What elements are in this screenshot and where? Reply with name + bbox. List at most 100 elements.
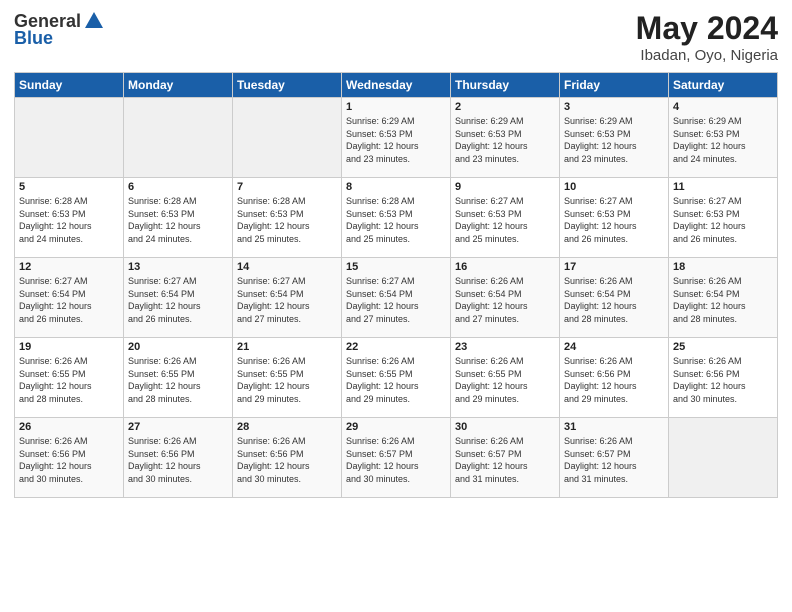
calendar-cell: 24 Sunrise: 6:26 AM Sunset: 6:56 PM Dayli… <box>560 338 669 418</box>
calendar-cell: 1 Sunrise: 6:29 AM Sunset: 6:53 PM Daylig… <box>342 98 451 178</box>
day-number: 30 <box>455 421 555 433</box>
day-info: Sunrise: 6:26 AM Sunset: 6:56 PM Dayligh… <box>564 355 664 405</box>
day-number: 7 <box>237 181 337 193</box>
day-info: Sunrise: 6:27 AM Sunset: 6:53 PM Dayligh… <box>564 195 664 245</box>
day-info: Sunrise: 6:29 AM Sunset: 6:53 PM Dayligh… <box>673 115 773 165</box>
calendar-cell: 26 Sunrise: 6:26 AM Sunset: 6:56 PM Dayli… <box>15 418 124 498</box>
calendar-cell <box>669 418 778 498</box>
calendar-cell: 25Sunrise: 6:26 AM Sunset: 6:56 PM Dayli… <box>669 338 778 418</box>
day-info: Sunrise: 6:26 AM Sunset: 6:57 PM Dayligh… <box>346 435 446 485</box>
calendar-cell: 8Sunrise: 6:28 AM Sunset: 6:53 PM Daylig… <box>342 178 451 258</box>
header-monday: Monday <box>124 73 233 98</box>
calendar-cell: 11 Sunrise: 6:27 AM Sunset: 6:53 PM Dayli… <box>669 178 778 258</box>
calendar-cell: 20 Sunrise: 6:26 AM Sunset: 6:55 PM Dayli… <box>124 338 233 418</box>
day-info: Sunrise: 6:28 AM Sunset: 6:53 PM Dayligh… <box>19 195 119 245</box>
day-number: 11 <box>673 181 773 193</box>
day-info: Sunrise: 6:26 AM Sunset: 6:55 PM Dayligh… <box>237 355 337 405</box>
weekday-header-row: Sunday Monday Tuesday Wednesday Thursday… <box>15 73 778 98</box>
day-info: Sunrise: 6:27 AM Sunset: 6:54 PM Dayligh… <box>128 275 228 325</box>
day-info: Sunrise: 6:26 AM Sunset: 6:55 PM Dayligh… <box>128 355 228 405</box>
day-info: Sunrise: 6:29 AM Sunset: 6:53 PM Dayligh… <box>455 115 555 165</box>
calendar-cell: 6 Sunrise: 6:28 AM Sunset: 6:53 PM Daylig… <box>124 178 233 258</box>
calendar-cell: 28 Sunrise: 6:26 AM Sunset: 6:56 PM Dayli… <box>233 418 342 498</box>
day-info: Sunrise: 6:26 AM Sunset: 6:54 PM Dayligh… <box>455 275 555 325</box>
day-info: Sunrise: 6:26 AM Sunset: 6:57 PM Dayligh… <box>564 435 664 485</box>
calendar-cell: 3 Sunrise: 6:29 AM Sunset: 6:53 PM Daylig… <box>560 98 669 178</box>
day-info: Sunrise: 6:26 AM Sunset: 6:56 PM Dayligh… <box>19 435 119 485</box>
header-wednesday: Wednesday <box>342 73 451 98</box>
day-number: 23 <box>455 341 555 353</box>
day-info: Sunrise: 6:27 AM Sunset: 6:54 PM Dayligh… <box>19 275 119 325</box>
logo: General Blue <box>14 10 105 49</box>
day-number: 29 <box>346 421 446 433</box>
day-number: 18 <box>673 261 773 273</box>
day-info: Sunrise: 6:26 AM Sunset: 6:54 PM Dayligh… <box>564 275 664 325</box>
calendar-cell: 9Sunrise: 6:27 AM Sunset: 6:53 PM Daylig… <box>451 178 560 258</box>
header-thursday: Thursday <box>451 73 560 98</box>
day-info: Sunrise: 6:26 AM Sunset: 6:56 PM Dayligh… <box>673 355 773 405</box>
day-number: 13 <box>128 261 228 273</box>
day-number: 20 <box>128 341 228 353</box>
day-number: 28 <box>237 421 337 433</box>
day-number: 27 <box>128 421 228 433</box>
day-number: 2 <box>455 101 555 113</box>
calendar-cell <box>15 98 124 178</box>
calendar-cell: 15Sunrise: 6:27 AM Sunset: 6:54 PM Dayli… <box>342 258 451 338</box>
header-sunday: Sunday <box>15 73 124 98</box>
day-info: Sunrise: 6:28 AM Sunset: 6:53 PM Dayligh… <box>237 195 337 245</box>
day-info: Sunrise: 6:26 AM Sunset: 6:55 PM Dayligh… <box>346 355 446 405</box>
day-number: 6 <box>128 181 228 193</box>
day-info: Sunrise: 6:26 AM Sunset: 6:56 PM Dayligh… <box>237 435 337 485</box>
header-tuesday: Tuesday <box>233 73 342 98</box>
day-number: 5 <box>19 181 119 193</box>
day-number: 4 <box>673 101 773 113</box>
day-info: Sunrise: 6:26 AM Sunset: 6:54 PM Dayligh… <box>673 275 773 325</box>
calendar-cell: 17 Sunrise: 6:26 AM Sunset: 6:54 PM Dayli… <box>560 258 669 338</box>
day-info: Sunrise: 6:26 AM Sunset: 6:57 PM Dayligh… <box>455 435 555 485</box>
header: General Blue May 2024 Ibadan, Oyo, Niger… <box>14 10 778 64</box>
day-number: 26 <box>19 421 119 433</box>
calendar-cell: 22 Sunrise: 6:26 AM Sunset: 6:55 PM Dayli… <box>342 338 451 418</box>
calendar-cell: 12 Sunrise: 6:27 AM Sunset: 6:54 PM Dayli… <box>15 258 124 338</box>
day-number: 24 <box>564 341 664 353</box>
day-info: Sunrise: 6:26 AM Sunset: 6:55 PM Dayligh… <box>19 355 119 405</box>
day-info: Sunrise: 6:29 AM Sunset: 6:53 PM Dayligh… <box>564 115 664 165</box>
day-number: 21 <box>237 341 337 353</box>
day-info: Sunrise: 6:28 AM Sunset: 6:53 PM Dayligh… <box>346 195 446 245</box>
header-saturday: Saturday <box>669 73 778 98</box>
day-number: 17 <box>564 261 664 273</box>
day-number: 12 <box>19 261 119 273</box>
logo-icon <box>83 10 105 32</box>
day-number: 3 <box>564 101 664 113</box>
day-info: Sunrise: 6:28 AM Sunset: 6:53 PM Dayligh… <box>128 195 228 245</box>
day-info: Sunrise: 6:27 AM Sunset: 6:54 PM Dayligh… <box>237 275 337 325</box>
day-number: 14 <box>237 261 337 273</box>
calendar-cell: 10 Sunrise: 6:27 AM Sunset: 6:53 PM Dayli… <box>560 178 669 258</box>
calendar-cell: 16 Sunrise: 6:26 AM Sunset: 6:54 PM Dayli… <box>451 258 560 338</box>
main-title: May 2024 <box>636 10 778 47</box>
day-number: 16 <box>455 261 555 273</box>
calendar-week-row: 19Sunrise: 6:26 AM Sunset: 6:55 PM Dayli… <box>15 338 778 418</box>
day-number: 1 <box>346 101 446 113</box>
day-info: Sunrise: 6:27 AM Sunset: 6:53 PM Dayligh… <box>673 195 773 245</box>
day-number: 10 <box>564 181 664 193</box>
calendar-cell <box>124 98 233 178</box>
calendar-cell: 29 Sunrise: 6:26 AM Sunset: 6:57 PM Dayli… <box>342 418 451 498</box>
header-friday: Friday <box>560 73 669 98</box>
subtitle: Ibadan, Oyo, Nigeria <box>636 47 778 64</box>
calendar-week-row: 12 Sunrise: 6:27 AM Sunset: 6:54 PM Dayli… <box>15 258 778 338</box>
calendar-cell: 13 Sunrise: 6:27 AM Sunset: 6:54 PM Dayli… <box>124 258 233 338</box>
day-info: Sunrise: 6:26 AM Sunset: 6:56 PM Dayligh… <box>128 435 228 485</box>
day-number: 9 <box>455 181 555 193</box>
day-number: 22 <box>346 341 446 353</box>
page: General Blue May 2024 Ibadan, Oyo, Niger… <box>0 0 792 612</box>
day-info: Sunrise: 6:29 AM Sunset: 6:53 PM Dayligh… <box>346 115 446 165</box>
title-block: May 2024 Ibadan, Oyo, Nigeria <box>636 10 778 64</box>
calendar-cell: 14 Sunrise: 6:27 AM Sunset: 6:54 PM Dayli… <box>233 258 342 338</box>
calendar-cell: 4 Sunrise: 6:29 AM Sunset: 6:53 PM Daylig… <box>669 98 778 178</box>
logo-blue-text: Blue <box>14 28 53 49</box>
calendar-week-row: 26 Sunrise: 6:26 AM Sunset: 6:56 PM Dayli… <box>15 418 778 498</box>
calendar-cell: 2 Sunrise: 6:29 AM Sunset: 6:53 PM Daylig… <box>451 98 560 178</box>
calendar-cell: 7 Sunrise: 6:28 AM Sunset: 6:53 PM Daylig… <box>233 178 342 258</box>
calendar-cell: 31Sunrise: 6:26 AM Sunset: 6:57 PM Dayli… <box>560 418 669 498</box>
